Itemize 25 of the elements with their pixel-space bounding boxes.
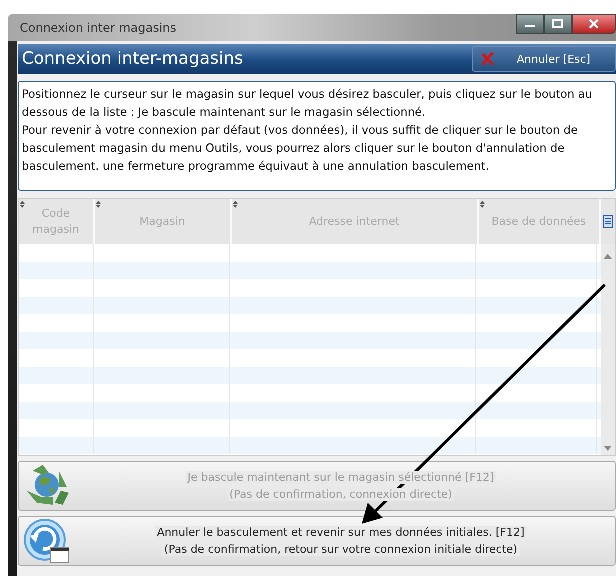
instructions-text: Positionnez le curseur sur le magasin sur lequel vous désirez basculer, puis cliquez sur le bouton au dessous de la liste : Je bascule maintenant sur le magasin sélectionné. bbox=[22, 86, 594, 121]
sort-icon bbox=[480, 201, 485, 208]
close-button[interactable] bbox=[572, 14, 616, 34]
cancel-switch-button[interactable]: Annuler le basculement et revenir sur mes données initiales. [F12] (Pas de confirmation, retour sur votre connexion initiale directe) bbox=[18, 516, 616, 566]
scroll-down-icon[interactable] bbox=[604, 446, 612, 451]
column-header[interactable]: Magasin bbox=[95, 199, 232, 244]
sort-icon bbox=[20, 201, 25, 208]
cancel-button[interactable]: Annuler [Esc] bbox=[472, 46, 616, 72]
cross-icon bbox=[481, 52, 495, 66]
column-header[interactable]: Base de données bbox=[479, 199, 601, 244]
undo-icon bbox=[23, 518, 71, 564]
scroll-up-icon[interactable] bbox=[604, 254, 612, 259]
window-title: Connexion inter magasins bbox=[20, 20, 177, 34]
close-icon bbox=[588, 19, 600, 29]
sort-icon bbox=[96, 201, 101, 208]
instructions-text: Pour revenir à votre connexion par défaut (vos données), il vous suffit de cliquer sur le bouton de basculement magasin du menu Outils, vous pourrez alors cliquer sur le bouton d'annulation de basculement. une fermeture programme équivaut à une annulation basculement. bbox=[22, 122, 579, 175]
column-header[interactable]: Adresse internet bbox=[232, 199, 479, 244]
column-header[interactable]: Code magasin bbox=[19, 199, 95, 244]
maximize-icon bbox=[552, 19, 564, 29]
dialog-title: Connexion inter-magasins bbox=[22, 49, 244, 69]
scrollbar[interactable] bbox=[601, 244, 615, 455]
minimize-button[interactable] bbox=[516, 14, 544, 34]
sort-icon bbox=[233, 201, 238, 208]
columns-icon[interactable] bbox=[603, 215, 613, 228]
maximize-button[interactable] bbox=[544, 14, 572, 34]
